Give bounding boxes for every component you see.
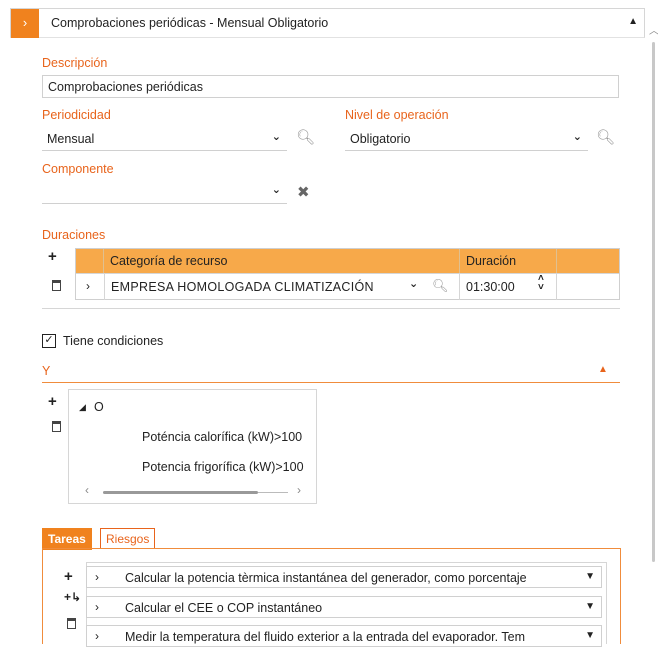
- descripcion-value: Comprobaciones periódicas: [48, 80, 203, 94]
- descripcion-input[interactable]: Comprobaciones periódicas: [42, 75, 619, 98]
- dropdown-caret-icon[interactable]: ▼: [585, 601, 595, 612]
- collapse-group-icon[interactable]: ▲: [598, 364, 608, 375]
- task-text: Calcular la potencia tèrmica instantánea…: [125, 571, 527, 585]
- categoria-value: EMPRESA HOMOLOGADA CLIMATIZACIÓN: [111, 280, 374, 294]
- dropdown-caret-icon[interactable]: ▼: [585, 630, 595, 641]
- task-text: Calcular el CEE o COP instantáneo: [125, 601, 323, 615]
- scrollbar-track: [258, 492, 288, 493]
- periodicidad-search-icon[interactable]: 🔍︎: [296, 128, 315, 146]
- collapse-icon[interactable]: ▲: [628, 16, 638, 27]
- chevron-right-icon: ›: [22, 15, 28, 30]
- list-item[interactable]: › Calcular el CEE o COP instantáneo ▼: [86, 596, 602, 618]
- tree-item[interactable]: Potencia frigorífica (kW)>100: [142, 460, 317, 474]
- nivel-select[interactable]: Obligatorio ⌄: [345, 128, 588, 151]
- dropdown-caret-icon: ⌄: [271, 131, 281, 143]
- expand-row-icon[interactable]: ›: [95, 600, 99, 614]
- periodicidad-select[interactable]: Mensual ⌄: [42, 128, 287, 151]
- clear-icon[interactable]: ✖: [297, 183, 310, 201]
- scroll-left-icon[interactable]: ‹: [85, 483, 89, 497]
- vertical-scrollbar[interactable]: ︿: [649, 22, 658, 644]
- nivel-value: Obligatorio: [350, 132, 411, 146]
- section-title: Comprobaciones periódicas - Mensual Obli…: [51, 16, 329, 30]
- scroll-up-icon[interactable]: ︿: [649, 22, 658, 37]
- condition-tree: ◢ O Poténcia calorífica (kW)>100 Potenci…: [68, 389, 317, 504]
- scroll-right-icon[interactable]: ›: [297, 483, 301, 497]
- column-duracion[interactable]: Duración: [460, 249, 557, 273]
- nivel-label: Nivel de operación: [345, 108, 449, 122]
- section-header[interactable]: › Comprobaciones periódicas - Mensual Ob…: [10, 8, 645, 38]
- task-text: Medir la temperatura del fluido exterior…: [125, 630, 525, 644]
- grid-header-spacer: [76, 249, 104, 273]
- dropdown-caret-icon: ⌄: [572, 131, 582, 143]
- add-condition-icon[interactable]: +: [48, 393, 57, 410]
- expand-row-icon[interactable]: ›: [95, 570, 99, 584]
- duracion-value: 01:30:00: [466, 280, 515, 294]
- column-categoria[interactable]: Categoría de recurso: [104, 249, 460, 273]
- dropdown-caret-icon[interactable]: ▼: [585, 571, 595, 582]
- descripcion-label: Descripción: [42, 56, 108, 70]
- trash-icon[interactable]: [52, 421, 61, 432]
- scrollbar-thumb[interactable]: [652, 42, 655, 562]
- tree-collapse-icon[interactable]: ◢: [79, 402, 86, 413]
- tab-tareas[interactable]: Tareas: [42, 528, 92, 550]
- add-subtask-icon[interactable]: +↳: [64, 590, 81, 604]
- tiene-condiciones-checkbox[interactable]: ✓: [42, 334, 56, 348]
- categoria-cell[interactable]: EMPRESA HOMOLOGADA CLIMATIZACIÓN ⌄ 🔍︎: [104, 274, 460, 300]
- table-row[interactable]: › EMPRESA HOMOLOGADA CLIMATIZACIÓN ⌄ 🔍︎ …: [76, 273, 619, 300]
- add-icon[interactable]: +: [48, 248, 57, 265]
- dropdown-caret-icon: ⌄: [271, 184, 281, 196]
- expand-row-icon[interactable]: ›: [86, 279, 90, 293]
- trash-icon[interactable]: [67, 618, 76, 629]
- tree-item[interactable]: Poténcia calorífica (kW)>100: [142, 430, 317, 444]
- expand-section-button[interactable]: ›: [11, 9, 39, 38]
- add-task-icon[interactable]: +: [64, 568, 73, 585]
- componente-select[interactable]: ⌄: [42, 181, 287, 204]
- scrollbar-thumb[interactable]: [103, 491, 258, 494]
- tree-root-node[interactable]: O: [94, 400, 104, 414]
- expand-row-icon[interactable]: ›: [95, 629, 99, 643]
- horizontal-scrollbar[interactable]: ‹ ›: [85, 483, 305, 498]
- duracion-cell[interactable]: 01:30:00 ˄ ˅: [460, 274, 557, 300]
- list-item[interactable]: › Calcular la potencia tèrmica instantán…: [86, 566, 602, 588]
- periodicidad-label: Periodicidad: [42, 108, 111, 122]
- trash-icon[interactable]: [52, 280, 61, 291]
- tab-riesgos[interactable]: Riesgos: [100, 528, 156, 549]
- duraciones-label: Duraciones: [42, 228, 106, 242]
- periodicidad-value: Mensual: [47, 132, 95, 146]
- grid-header: Categoría de recurso Duración: [76, 249, 619, 273]
- duraciones-grid: Categoría de recurso Duración › EMPRESA …: [75, 248, 620, 300]
- spinner-icon[interactable]: ˄ ˅: [538, 274, 544, 293]
- condition-group-label: Y: [42, 364, 51, 378]
- tiene-condiciones-label: Tiene condiciones: [63, 334, 164, 348]
- search-icon[interactable]: 🔍︎: [432, 278, 449, 294]
- group-divider: [42, 382, 620, 383]
- componente-label: Componente: [42, 162, 114, 176]
- dropdown-caret-icon[interactable]: ⌄: [409, 277, 418, 290]
- nivel-search-icon[interactable]: 🔍︎: [596, 128, 615, 146]
